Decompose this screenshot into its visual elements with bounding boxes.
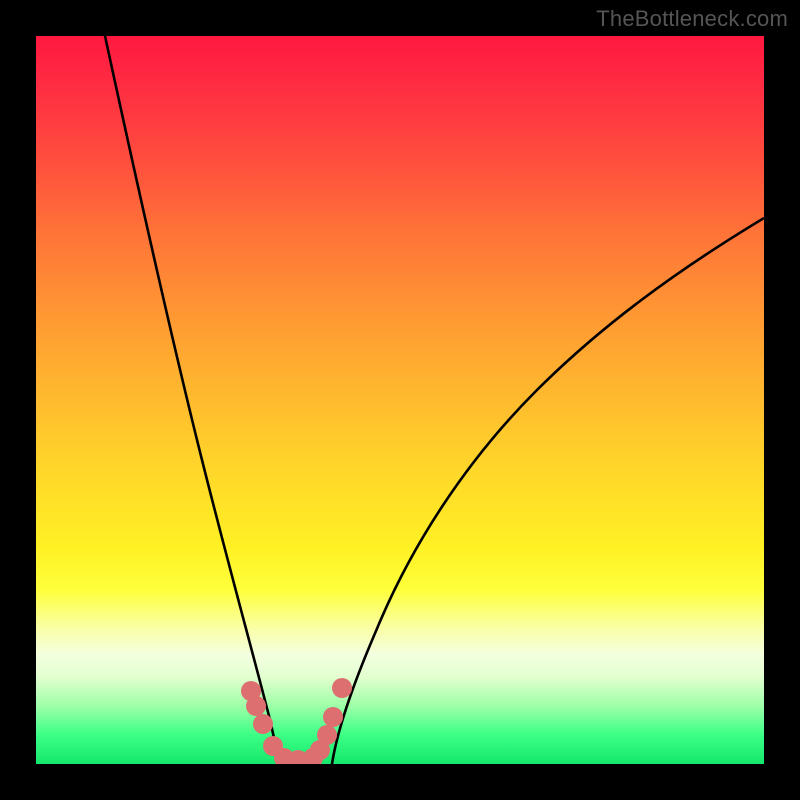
curve-layer	[36, 36, 764, 764]
plot-area	[36, 36, 764, 764]
chart-frame: TheBottleneck.com	[0, 0, 800, 800]
watermark-text: TheBottleneck.com	[596, 6, 788, 32]
left-curve	[105, 36, 279, 764]
right-curve	[332, 218, 764, 764]
